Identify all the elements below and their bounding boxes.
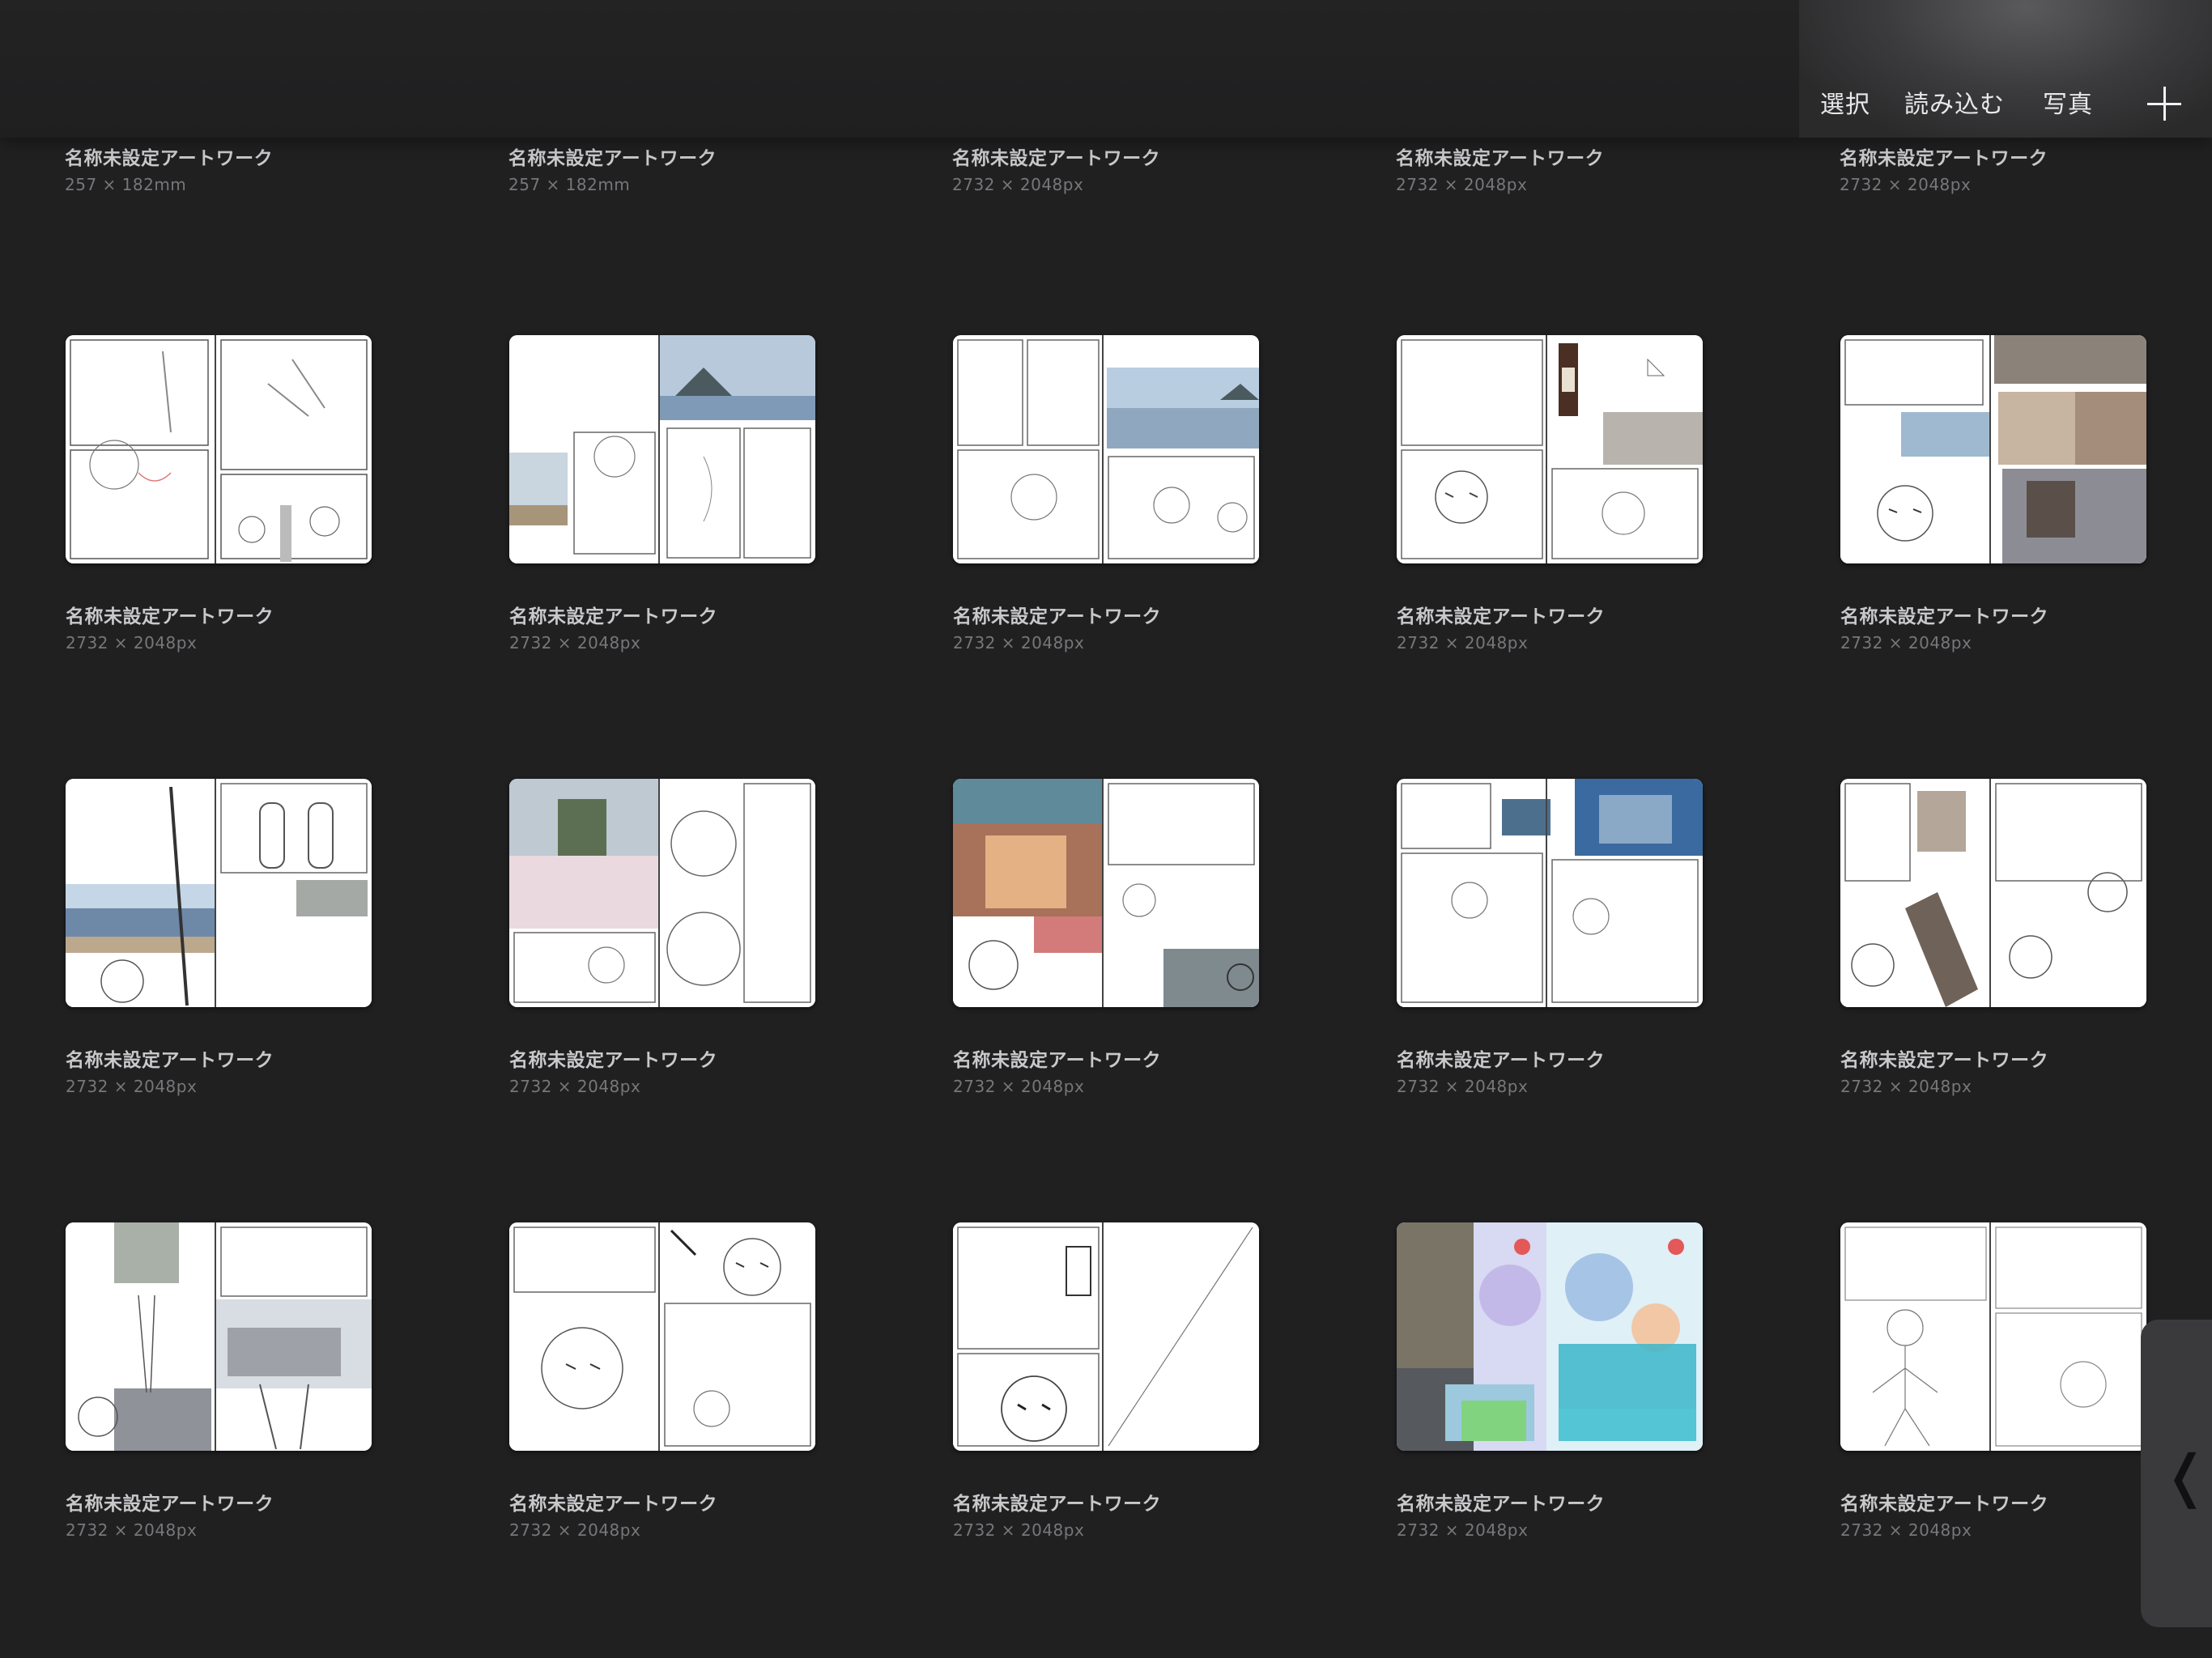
artwork-card[interactable]: 名称未設定アートワーク 2732 × 2048px: [509, 1222, 815, 1540]
plus-icon[interactable]: [2147, 87, 2181, 121]
artwork-title: 名称未設定アートワーク: [1396, 148, 1605, 169]
artwork-card[interactable]: 名称未設定アートワーク 2732 × 2048px: [509, 335, 815, 653]
artwork-thumbnail[interactable]: [953, 1222, 1259, 1451]
artwork-title: 名称未設定アートワーク: [509, 1494, 718, 1515]
artwork-size: 2732 × 2048px: [66, 633, 198, 653]
artwork-thumbnail[interactable]: [1397, 1222, 1703, 1451]
artwork-title: 名称未設定アートワーク: [1840, 1494, 2049, 1515]
artwork-card[interactable]: 名称未設定アートワーク 2732 × 2048px: [1397, 1222, 1703, 1540]
artwork-title: 名称未設定アートワーク: [65, 148, 274, 169]
artwork-size: 2732 × 2048px: [509, 633, 641, 653]
artwork-size: 2732 × 2048px: [66, 1520, 198, 1540]
sketch-thumbnail: [1397, 1222, 1703, 1451]
sketch-thumbnail: [1397, 335, 1703, 563]
artwork-size: 2732 × 2048px: [1840, 175, 1972, 194]
sidebar-handle[interactable]: ❬: [2141, 1320, 2212, 1627]
artwork-size: 2732 × 2048px: [953, 1520, 1085, 1540]
sketch-thumbnail: [66, 779, 372, 1007]
artwork-size: 257 × 182mm: [65, 175, 187, 194]
artwork-caption-partial[interactable]: 名称未設定アートワーク 2732 × 2048px: [952, 142, 1160, 194]
sketch-thumbnail: [953, 779, 1259, 1007]
artwork-card[interactable]: 名称未設定アートワーク 2732 × 2048px: [1840, 779, 2146, 1096]
sketch-thumbnail: [509, 1222, 815, 1451]
artwork-thumbnail[interactable]: [953, 779, 1259, 1007]
artwork-card[interactable]: 名称未設定アートワーク 2732 × 2048px: [1840, 1222, 2146, 1540]
artwork-size: 257 × 182mm: [508, 175, 631, 194]
artwork-size: 2732 × 2048px: [1840, 633, 1972, 653]
artwork-size: 2732 × 2048px: [1840, 1520, 1972, 1540]
sketch-thumbnail: [509, 335, 815, 563]
artwork-title: 名称未設定アートワーク: [508, 148, 717, 169]
artwork-thumbnail[interactable]: [1397, 779, 1703, 1007]
artwork-title: 名称未設定アートワーク: [509, 606, 718, 627]
artwork-size: 2732 × 2048px: [953, 633, 1085, 653]
artwork-card[interactable]: 名称未設定アートワーク 2732 × 2048px: [953, 335, 1259, 653]
artwork-title: 名称未設定アートワーク: [1840, 606, 2049, 627]
artwork-title: 名称未設定アートワーク: [1840, 148, 2048, 169]
artwork-size: 2732 × 2048px: [1397, 633, 1529, 653]
gallery-page: 選択 読み込む 写真 名称未設定アートワーク 257 × 182mm 名称未設定…: [0, 0, 2212, 1658]
artwork-title: 名称未設定アートワーク: [66, 606, 274, 627]
artwork-thumbnail[interactable]: [66, 779, 372, 1007]
artwork-title: 名称未設定アートワーク: [953, 1494, 1162, 1515]
artwork-thumbnail[interactable]: [1840, 1222, 2146, 1451]
artwork-caption-partial[interactable]: 名称未設定アートワーク 2732 × 2048px: [1840, 142, 2048, 194]
sketch-thumbnail: [509, 779, 815, 1007]
sketch-thumbnail: [1840, 779, 2146, 1007]
artwork-caption-partial[interactable]: 名称未設定アートワーク 2732 × 2048px: [1396, 142, 1604, 194]
sketch-thumbnail: [1840, 335, 2146, 563]
sketch-thumbnail: [953, 335, 1259, 563]
artwork-thumbnail[interactable]: [509, 335, 815, 563]
artwork-title: 名称未設定アートワーク: [953, 1050, 1162, 1071]
sketch-thumbnail: [953, 1222, 1259, 1451]
sketch-thumbnail: [66, 335, 372, 563]
artwork-size: 2732 × 2048px: [1397, 1077, 1529, 1096]
artwork-title: 名称未設定アートワーク: [66, 1050, 274, 1071]
artwork-title: 名称未設定アートワーク: [1840, 1050, 2049, 1071]
artwork-caption-partial[interactable]: 名称未設定アートワーク 257 × 182mm: [508, 142, 717, 194]
artwork-card[interactable]: 名称未設定アートワーク 2732 × 2048px: [1397, 779, 1703, 1096]
artwork-card[interactable]: 名称未設定アートワーク 2732 × 2048px: [953, 779, 1259, 1096]
artwork-card[interactable]: 名称未設定アートワーク 2732 × 2048px: [509, 779, 815, 1096]
artwork-card[interactable]: 名称未設定アートワーク 2732 × 2048px: [66, 335, 372, 653]
artwork-card[interactable]: 名称未設定アートワーク 2732 × 2048px: [953, 1222, 1259, 1540]
artwork-thumbnail[interactable]: [1840, 779, 2146, 1007]
artwork-title: 名称未設定アートワーク: [1397, 1050, 1606, 1071]
artwork-size: 2732 × 2048px: [952, 175, 1084, 194]
artwork-thumbnail[interactable]: [509, 779, 815, 1007]
artwork-thumbnail[interactable]: [1397, 335, 1703, 563]
artwork-title: 名称未設定アートワーク: [1397, 1494, 1606, 1515]
artwork-size: 2732 × 2048px: [1396, 175, 1528, 194]
import-button[interactable]: 読み込む: [1904, 84, 2005, 120]
sketch-thumbnail: [1840, 1222, 2146, 1451]
artwork-size: 2732 × 2048px: [509, 1077, 641, 1096]
artwork-size: 2732 × 2048px: [1840, 1077, 1972, 1096]
artwork-thumbnail[interactable]: [509, 1222, 815, 1451]
artwork-title: 名称未設定アートワーク: [66, 1494, 274, 1515]
select-button[interactable]: 選択: [1820, 84, 1870, 120]
artwork-size: 2732 × 2048px: [953, 1077, 1085, 1096]
artwork-thumbnail[interactable]: [66, 1222, 372, 1451]
artwork-card[interactable]: 名称未設定アートワーク 2732 × 2048px: [66, 779, 372, 1096]
artwork-thumbnail[interactable]: [953, 335, 1259, 563]
sketch-thumbnail: [66, 1222, 372, 1451]
sketch-thumbnail: [1397, 779, 1703, 1007]
artwork-card[interactable]: 名称未設定アートワーク 2732 × 2048px: [66, 1222, 372, 1540]
artwork-size: 2732 × 2048px: [509, 1520, 641, 1540]
artwork-title: 名称未設定アートワーク: [953, 606, 1162, 627]
chevron-left-icon: ❬: [2162, 1443, 2210, 1509]
artwork-title: 名称未設定アートワーク: [509, 1050, 718, 1071]
artwork-card[interactable]: 名称未設定アートワーク 2732 × 2048px: [1840, 335, 2146, 653]
artwork-caption-partial[interactable]: 名称未設定アートワーク 257 × 182mm: [65, 142, 273, 194]
artwork-title: 名称未設定アートワーク: [952, 148, 1161, 169]
photo-button[interactable]: 写真: [2043, 84, 2093, 120]
artwork-size: 2732 × 2048px: [1397, 1520, 1529, 1540]
artwork-size: 2732 × 2048px: [66, 1077, 198, 1096]
artwork-card[interactable]: 名称未設定アートワーク 2732 × 2048px: [1397, 335, 1703, 653]
artwork-thumbnail[interactable]: [66, 335, 372, 563]
artwork-title: 名称未設定アートワーク: [1397, 606, 1606, 627]
artwork-thumbnail[interactable]: [1840, 335, 2146, 563]
